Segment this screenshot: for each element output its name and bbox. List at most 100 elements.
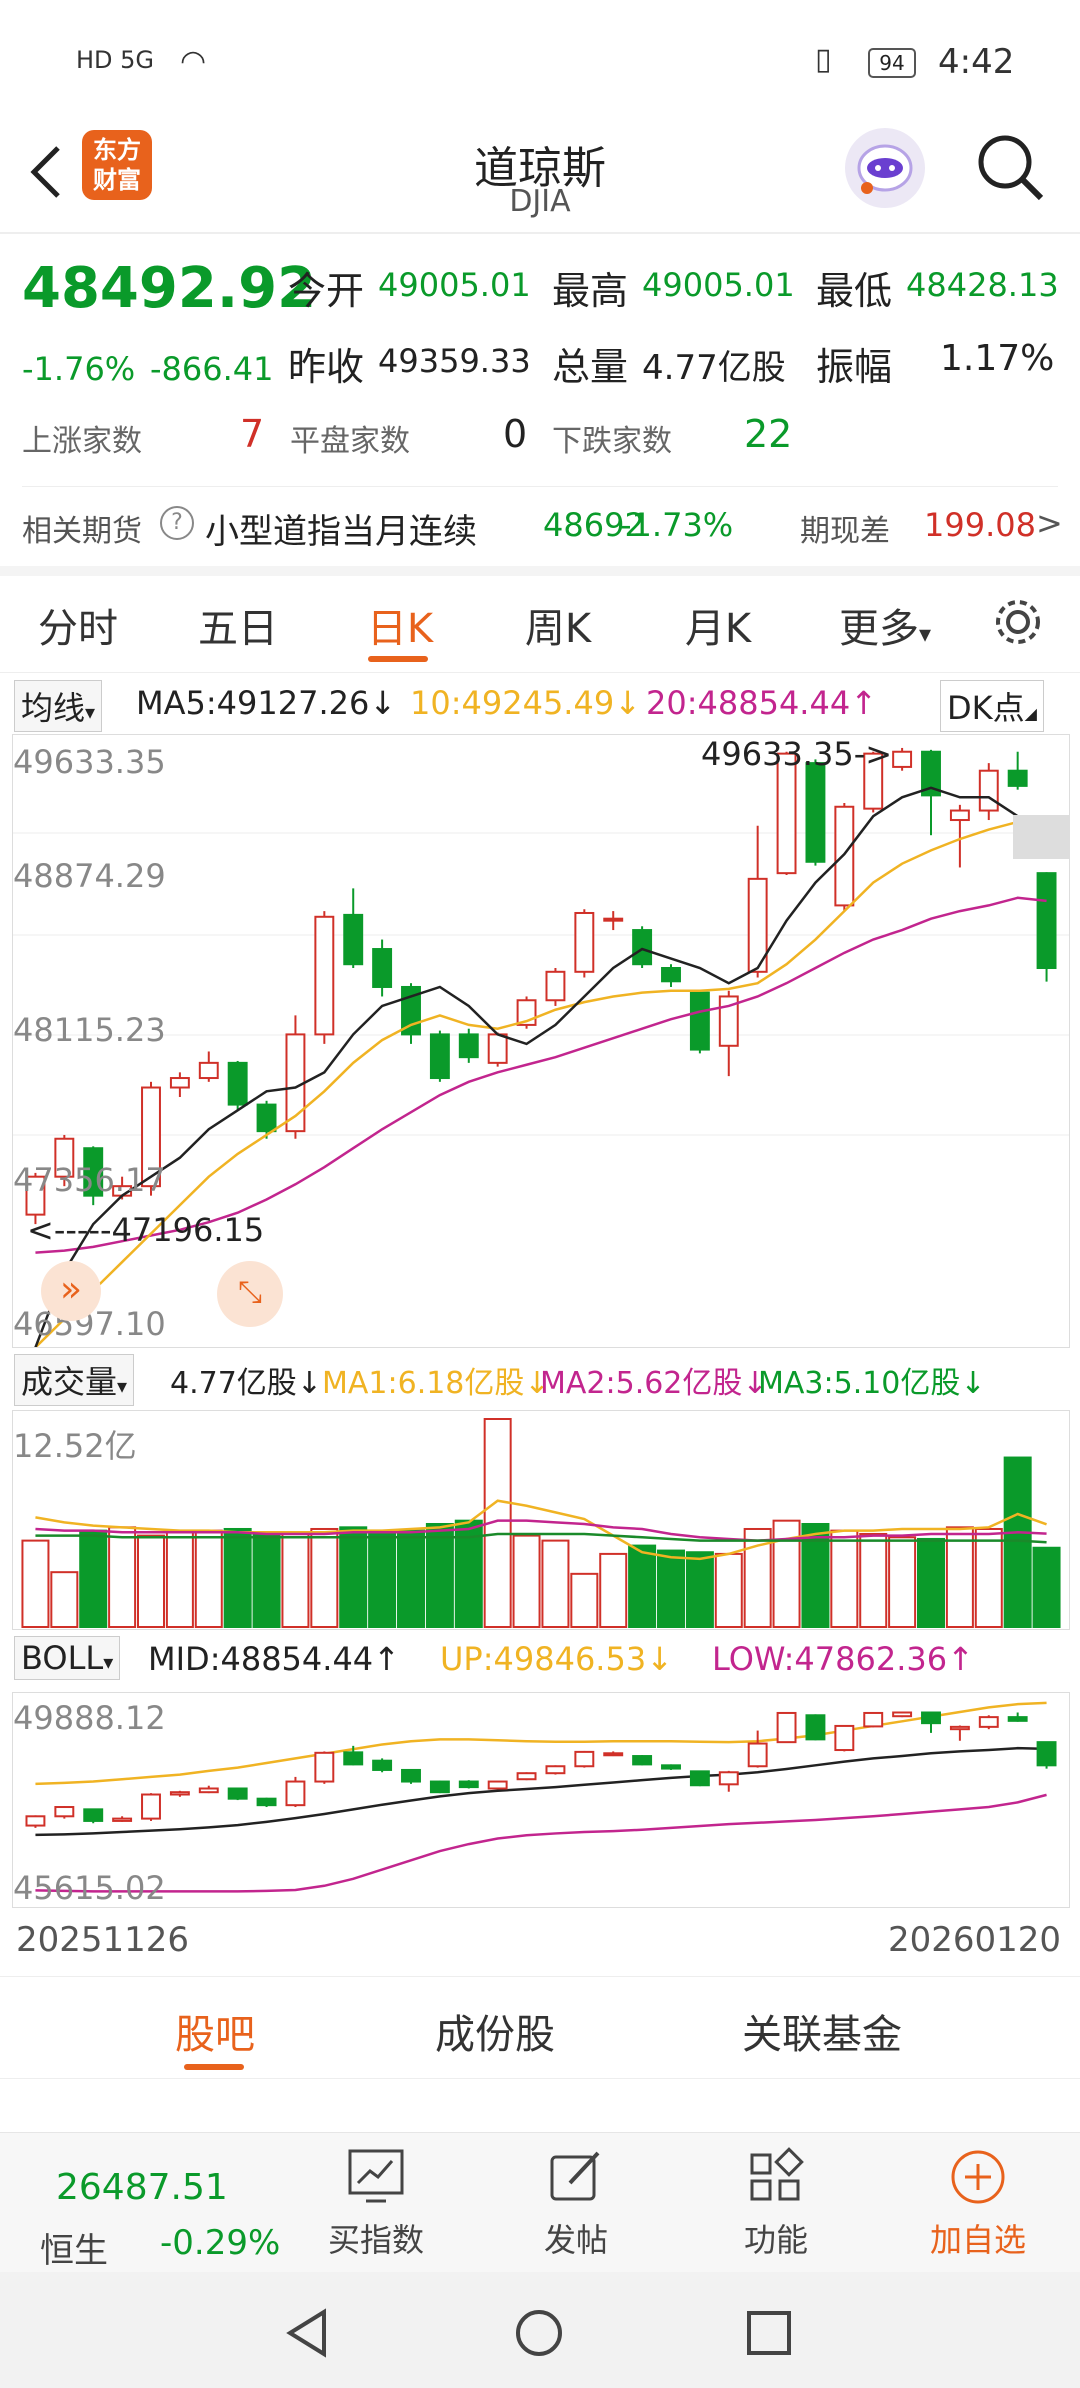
clock: 4:42 — [938, 42, 1015, 82]
prev-close-value: 49359.33 — [378, 342, 531, 380]
volume-bar — [425, 1522, 454, 1628]
tab-forum[interactable]: 股吧 — [140, 2002, 290, 2060]
functions-button[interactable]: 功能 — [696, 2133, 856, 2273]
tab-related-funds[interactable]: 关联基金 — [712, 2002, 932, 2060]
volume-label: 总量 — [552, 345, 629, 389]
boll-candle-body — [401, 1768, 421, 1783]
boll-low-legend: LOW:47862.36↑ — [712, 1640, 974, 1678]
fullscreen-icon[interactable]: ⤡ — [217, 1261, 283, 1327]
expand-sidebar-icon[interactable]: » — [41, 1261, 101, 1321]
boll-candle-body — [343, 1751, 364, 1766]
boll-candle-body — [689, 1770, 710, 1787]
kline-y-label-1: 49633.35 — [13, 743, 166, 781]
volume-bar — [570, 1572, 599, 1629]
ma5-legend: MA5:49127.26↓ — [136, 684, 397, 722]
max-price-marker: 49633.35-> — [701, 735, 893, 773]
nav-recents-icon[interactable] — [744, 2308, 794, 2358]
amplitude-value: 1.17% — [940, 338, 1055, 379]
tab-more[interactable]: 更多▾ — [820, 596, 950, 654]
boll-candle-body — [574, 1750, 595, 1768]
futures-row[interactable]: 相关期货 ? 小型道指当月连续 48692 -1.73% 期现差 199.08 … — [0, 488, 1080, 568]
candle-body — [487, 1033, 508, 1064]
post-button[interactable]: 发帖 — [496, 2133, 656, 2273]
min-price-marker: <-----47196.15 — [27, 1211, 265, 1249]
boll-candle-body — [285, 1780, 306, 1807]
volume-bar — [137, 1534, 165, 1628]
settings-button[interactable] — [990, 594, 1046, 650]
hs-name: 恒生 — [40, 2231, 108, 2271]
boll-candle-body — [429, 1780, 450, 1794]
tab-monthly-k[interactable]: 月K — [658, 596, 778, 654]
boll-y-top: 49888.12 — [13, 1699, 166, 1737]
battery-icon: 94 — [868, 48, 916, 78]
volume-bar — [945, 1526, 974, 1628]
open-value: 49005.01 — [378, 266, 531, 304]
nav-home-icon[interactable] — [514, 2308, 564, 2358]
robot-icon — [857, 144, 913, 194]
hs-price: 26487.51 — [56, 2167, 228, 2208]
volume-bar — [310, 1527, 339, 1628]
volume-bar — [108, 1526, 137, 1628]
assistant-avatar[interactable] — [845, 128, 925, 208]
boll-candle-body — [863, 1711, 884, 1728]
volume-bar — [50, 1571, 79, 1628]
candle-body — [892, 750, 913, 768]
futures-label: 相关期货 — [22, 514, 142, 549]
dropdown-arrow-icon: ▾ — [85, 700, 96, 724]
rising-count-label: 上涨家数 — [22, 424, 142, 459]
boll-candle-body — [487, 1780, 508, 1790]
indicator-select-ma[interactable]: 均线▾ — [14, 680, 103, 732]
dk-point-button[interactable]: DK点◢ — [940, 680, 1044, 732]
futures-percent: -1.73% — [620, 506, 734, 544]
wifi-icon: ◠ — [180, 44, 207, 79]
tab-five-day[interactable]: 五日 — [178, 596, 298, 654]
search-button[interactable] — [975, 132, 1047, 204]
volume-bar — [830, 1529, 859, 1628]
candle-body — [1036, 872, 1057, 970]
volume-bar — [223, 1527, 252, 1628]
ma10-legend: 10:49245.49↓ — [410, 684, 641, 722]
current-price: 48492.92 — [22, 256, 317, 321]
help-icon[interactable]: ? — [160, 506, 194, 540]
volume-bar — [512, 1534, 541, 1628]
volume-bar — [1032, 1546, 1061, 1629]
boll-chart[interactable]: 49888.12 45615.02 — [12, 1692, 1070, 1908]
volume-bar — [714, 1552, 743, 1628]
boll-candle-body — [718, 1771, 739, 1786]
add-to-watchlist-button[interactable]: 加自选 — [898, 2133, 1058, 2273]
candle-body — [256, 1103, 277, 1133]
volume-bar — [657, 1549, 685, 1628]
nav-back-icon[interactable] — [282, 2308, 332, 2358]
buy-index-button[interactable]: 买指数 — [296, 2133, 456, 2273]
candle-body — [198, 1061, 219, 1080]
boll-candle-body — [256, 1797, 277, 1807]
boll-candle-body — [1007, 1716, 1028, 1722]
boll-candle-body — [112, 1817, 133, 1822]
kline-chart[interactable]: 49633.35 48874.29 48115.23 47356.17 4659… — [12, 734, 1070, 1348]
period-tabs: 分时 五日 日K 周K 月K 更多▾ — [0, 576, 1080, 672]
flat-count: 0 — [503, 412, 528, 456]
indicator-select-volume[interactable]: 成交量▾ — [14, 1354, 135, 1406]
volume-chart[interactable]: 12.52亿 — [12, 1410, 1070, 1630]
end-date: 20260120 — [888, 1920, 1062, 1960]
active-content-tab-indicator — [184, 2064, 244, 2070]
volume-bar — [339, 1526, 368, 1628]
change-percent: -1.76% — [22, 350, 136, 388]
tab-weekly-k[interactable]: 周K — [498, 596, 618, 654]
hang-seng-ticker[interactable]: 26487.51 恒生 -0.29% — [20, 2143, 280, 2271]
tab-constituents[interactable]: 成份股 — [405, 2002, 585, 2060]
boll-candle-body — [545, 1765, 566, 1775]
indicator-select-boll[interactable]: BOLL▾ — [14, 1636, 121, 1680]
dropdown-arrow-icon: ▾ — [918, 620, 932, 648]
candle-body — [834, 805, 855, 907]
tab-daily-k[interactable]: 日K — [340, 596, 460, 654]
network-indicators: HD 5G — [76, 46, 155, 74]
chart-scroll-handle[interactable] — [1013, 815, 1069, 859]
volume-bar — [252, 1532, 281, 1628]
boll-svg — [25, 1701, 1057, 1893]
volume-bar — [165, 1529, 194, 1628]
content-tabs: 股吧 成份股 关联基金 — [0, 1978, 1080, 2078]
boll-low-line — [35, 1793, 1047, 1893]
tab-intraday[interactable]: 分时 — [18, 596, 138, 654]
volume-bar — [888, 1536, 917, 1628]
